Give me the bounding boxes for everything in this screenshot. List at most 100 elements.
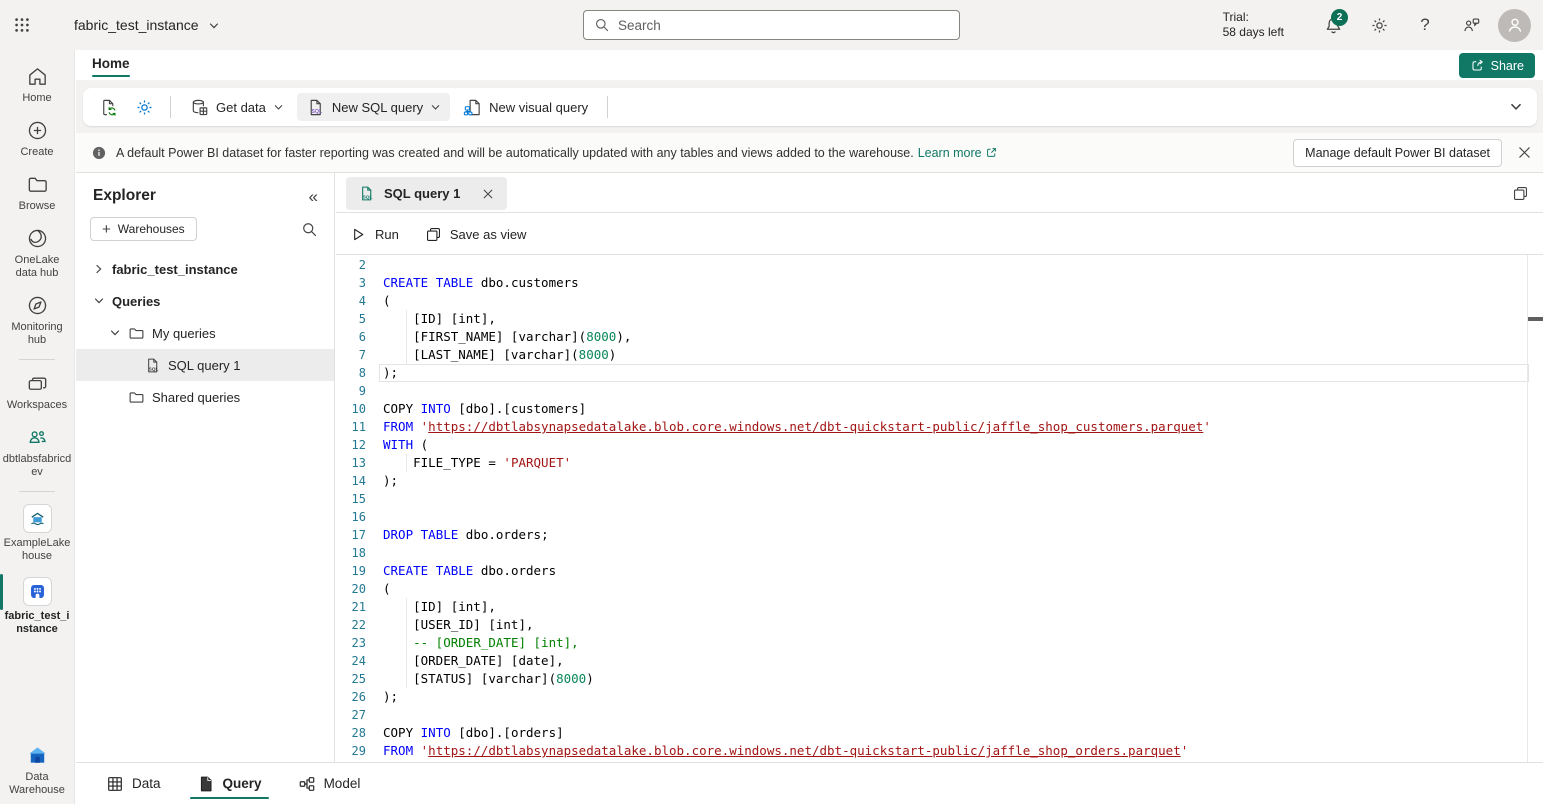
workspaces-icon [26,372,49,395]
code-line: 11FROM 'https://dbtlabsynapsedatalake.bl… [336,418,1543,436]
code-line: 25 [STATUS] [varchar](8000) [336,670,1543,688]
code-line-content[interactable]: FILE_TYPE = 'PARQUET' [383,454,1529,472]
feedback-button[interactable] [1448,0,1494,50]
tree-item-sql-query-1[interactable]: SQLSQL query 1 [76,349,334,381]
explorer-search-icon[interactable] [301,221,318,238]
trial-days-left: 58 days left [1223,25,1284,40]
rail-item-create[interactable]: Create [0,112,75,166]
code-line-content[interactable]: ); [383,472,1529,490]
code-line-content[interactable]: ( [383,292,1529,310]
code-line-content[interactable]: [ORDER_DATE] [date], [383,652,1529,670]
code-line-content[interactable]: FROM 'https://dbtlabsynapsedatalake.blob… [383,742,1529,760]
warehouse-settings-button[interactable] [128,93,160,121]
rail-item-label: Create [20,146,53,159]
rail-item-examplelakehouse[interactable]: ExampleLakehouse [0,497,75,570]
code-line-content[interactable]: CREATE TABLE dbo.customers [383,274,1529,292]
icon-container [23,504,52,533]
ribbon-collapse-chevron-icon[interactable] [1509,100,1523,114]
warehouses-button-label: Warehouses [118,222,185,236]
new-sql-query-button[interactable]: SQL New SQL query [297,93,450,121]
manage-default-dataset-button[interactable]: Manage default Power BI dataset [1293,139,1502,167]
line-number: 24 [336,652,366,670]
tab-query[interactable]: Query [186,763,273,804]
code-line-content[interactable]: -- [ORDER_DATE] [int], [383,634,1529,652]
banner-message: A default Power BI dataset for faster re… [116,146,914,160]
save-as-view-button[interactable]: Save as view [425,226,527,243]
code-line-content[interactable]: ( [383,580,1529,598]
rail-item-home[interactable]: Home [0,58,75,112]
help-button[interactable]: ? [1402,0,1448,50]
code-line-content[interactable] [383,382,1529,400]
tree-item-shared-queries[interactable]: Shared queries [76,381,334,413]
copy-icon[interactable] [1512,185,1529,202]
workspace-switcher[interactable]: fabric_test_instance [74,17,220,33]
code-line-content[interactable]: COPY INTO [dbo].[customers] [383,400,1529,418]
tree-item-fabric-test-instance[interactable]: fabric_test_instance [76,253,334,285]
code-line-content[interactable] [383,508,1529,526]
account-avatar[interactable] [1498,9,1531,42]
tab-data[interactable]: Data [95,763,172,804]
share-button[interactable]: Share [1459,53,1535,78]
code-line-content[interactable] [383,706,1529,724]
rail-item-workspaces[interactable]: Workspaces [0,365,75,419]
rail-item-fabric-test-instance[interactable]: fabric_test_instance [0,570,75,643]
code-line-content[interactable]: [USER_ID] [int], [383,616,1529,634]
new-visual-query-button[interactable]: New visual query [454,93,597,121]
learn-more-link[interactable]: Learn more [918,146,998,160]
search-input[interactable] [618,18,949,33]
code-line-content[interactable]: [LAST_NAME] [varchar](8000) [383,346,1529,364]
line-number: 14 [336,472,366,490]
notifications-button[interactable]: 2 [1310,0,1356,50]
rail-item-data-warehouse[interactable]: Data Warehouse [0,737,75,804]
code-line-content[interactable]: CREATE TABLE dbo.orders [383,562,1529,580]
code-line-content[interactable]: DROP TABLE dbo.orders; [383,526,1529,544]
code-line-content[interactable]: ); [383,688,1529,706]
code-line-content[interactable]: [ID] [int], [383,310,1529,328]
global-search [583,10,960,40]
code-line-content[interactable]: WITH ( [383,436,1529,454]
code-line-content[interactable]: ); [383,364,1529,382]
code-line-content[interactable]: [ID] [int], [383,598,1529,616]
tab-home[interactable]: Home [84,53,138,77]
rail-item-browse[interactable]: Browse [0,166,75,220]
line-number: 18 [336,544,366,562]
tab-sql-query-1[interactable]: SQL SQL query 1 [346,177,507,210]
new-warehouse-button[interactable]: + Warehouses [90,217,197,241]
warehouse-icon [28,582,47,601]
line-number: 25 [336,670,366,688]
refresh-warehouse-button[interactable] [92,93,124,121]
code-line-content[interactable]: COPY INTO [dbo].[orders] [383,724,1529,742]
trial-label: Trial: [1223,10,1284,25]
browse-icon [26,173,49,196]
folder-icon [128,325,145,342]
editor-overview-ruler[interactable] [1527,255,1528,762]
monitoring-icon [26,294,49,317]
line-number: 26 [336,688,366,706]
tree-item-queries[interactable]: Queries [76,285,334,317]
line-number: 5 [336,310,366,328]
rail-item-monitoring-hub[interactable]: Monitoring hub [0,287,75,354]
close-tab-icon[interactable] [481,187,495,201]
code-line-content[interactable] [383,490,1529,508]
explorer-title: Explorer [93,187,156,205]
run-button[interactable]: Run [350,226,399,243]
tab-model[interactable]: Model [287,763,372,804]
tree-item-my-queries[interactable]: My queries [76,317,334,349]
get-data-button[interactable]: Get data [181,93,293,121]
rail-item-onelake-data-hub[interactable]: OneLake data hub [0,220,75,287]
code-line-content[interactable]: [STATUS] [varchar](8000) [383,670,1529,688]
app-launcher-button[interactable] [0,0,44,50]
code-line-content[interactable]: [FIRST_NAME] [varchar](8000), [383,328,1529,346]
tree-item-label: Shared queries [152,390,240,405]
fabric-app-window: fabric_test_instance Trial: 58 days left… [0,0,1543,804]
code-line-content[interactable] [383,256,1529,274]
banner-close-icon[interactable] [1516,144,1533,161]
settings-button[interactable] [1356,0,1402,50]
code-line: 3CREATE TABLE dbo.customers [336,274,1543,292]
code-line-content[interactable] [383,544,1529,562]
waffle-icon [13,16,31,34]
rail-item-dbtlabsfabricdev[interactable]: dbtlabsfabricdev [0,419,75,486]
document-refresh-icon [99,98,118,117]
collapse-panel-icon[interactable]: « [309,188,318,205]
code-line-content[interactable]: FROM 'https://dbtlabsynapsedatalake.blob… [383,418,1529,436]
